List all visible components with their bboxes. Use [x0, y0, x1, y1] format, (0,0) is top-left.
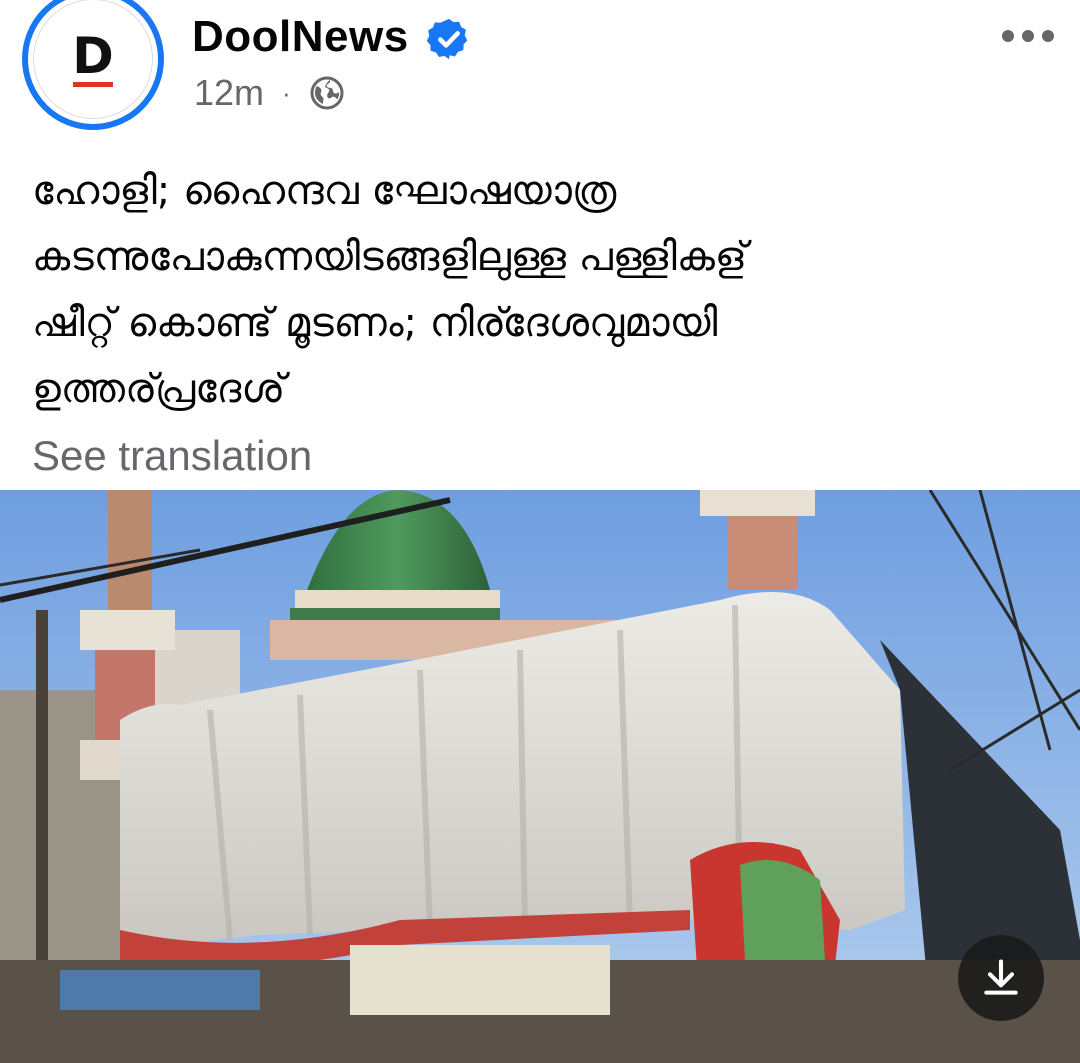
more-options-icon[interactable]	[1000, 24, 1056, 48]
meta-separator: ·	[282, 77, 291, 108]
covered-mosque-photo	[0, 490, 1080, 1063]
post-meta: 12m ·	[194, 72, 345, 114]
download-icon	[984, 959, 1018, 995]
post-text: ഹോളി; ഹൈന്ദവ ഘോഷയാത്ര കടന്നുപോകുന്നയിടങ്…	[32, 168, 748, 412]
logo-letter: D	[72, 26, 114, 85]
download-button[interactable]	[958, 935, 1044, 1021]
page-avatar[interactable]: D	[22, 0, 164, 130]
see-translation-link[interactable]: See translation	[32, 432, 312, 480]
post-header: D DoolNews 12m ·	[0, 0, 1080, 140]
globe-icon[interactable]	[309, 75, 345, 111]
post-photo[interactable]	[0, 490, 1080, 1063]
verified-badge-icon	[426, 18, 468, 60]
post-timestamp[interactable]: 12m	[194, 72, 264, 114]
page-name-link[interactable]: DoolNews	[192, 12, 409, 62]
doolnews-logo: D	[33, 0, 153, 119]
logo-red-bar	[73, 81, 113, 87]
